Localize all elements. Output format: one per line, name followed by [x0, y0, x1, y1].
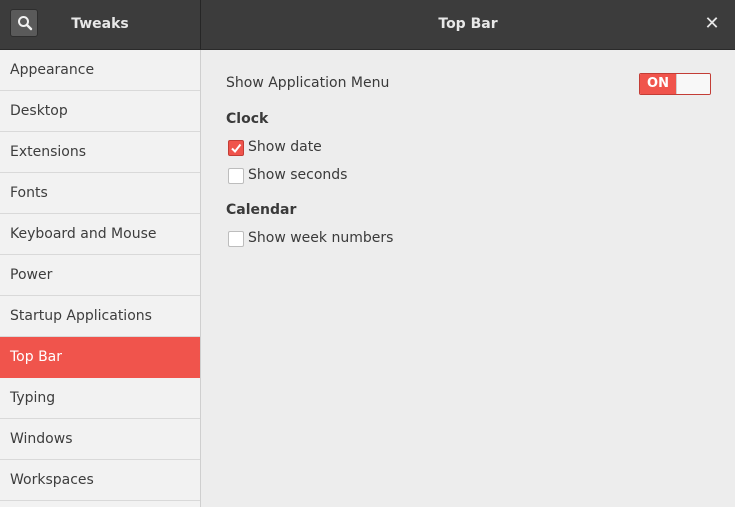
- app-title: Tweaks: [71, 16, 129, 32]
- show-date-checkbox[interactable]: [228, 140, 244, 156]
- show-week-numbers-label[interactable]: Show week numbers: [248, 230, 393, 246]
- show-app-menu-switch[interactable]: ON: [639, 73, 711, 95]
- switch-knob[interactable]: [676, 74, 710, 94]
- clock-heading: Clock: [226, 111, 269, 127]
- search-button[interactable]: [10, 9, 38, 37]
- sidebar-item-startup-applications[interactable]: Startup Applications: [0, 296, 200, 337]
- sidebar-item-top-bar[interactable]: Top Bar: [0, 337, 200, 378]
- close-icon: ✕: [704, 13, 720, 34]
- show-seconds-label[interactable]: Show seconds: [248, 167, 347, 183]
- switch-on-label: ON: [640, 74, 676, 94]
- sidebar-item-power[interactable]: Power: [0, 255, 200, 296]
- sidebar-item-appearance[interactable]: Appearance: [0, 50, 200, 91]
- header-left: Tweaks: [0, 0, 200, 49]
- show-date-label[interactable]: Show date: [248, 139, 322, 155]
- sidebar-item-keyboard-and-mouse[interactable]: Keyboard and Mouse: [0, 214, 200, 255]
- show-seconds-checkbox[interactable]: [228, 168, 244, 184]
- search-icon: [18, 16, 33, 31]
- sidebar-item-workspaces[interactable]: Workspaces: [0, 460, 200, 501]
- calendar-heading: Calendar: [226, 202, 297, 218]
- sidebar-item-windows[interactable]: Windows: [0, 419, 200, 460]
- show-week-numbers-checkbox[interactable]: [228, 231, 244, 247]
- show-app-menu-label: Show Application Menu: [226, 75, 390, 91]
- checkmark-icon: [231, 143, 242, 154]
- sidebar-item-desktop[interactable]: Desktop: [0, 91, 200, 132]
- sidebar-item-extensions[interactable]: Extensions: [0, 132, 200, 173]
- header-bar: Tweaks Top Bar ✕: [0, 0, 735, 50]
- sidebar-item-typing[interactable]: Typing: [0, 378, 200, 419]
- sidebar-item-fonts[interactable]: Fonts: [0, 173, 200, 214]
- page-title: Top Bar: [438, 16, 498, 32]
- sidebar: Appearance Desktop Extensions Fonts Keyb…: [0, 50, 201, 507]
- close-button[interactable]: ✕: [700, 12, 724, 36]
- settings-panel: Show Application Menu ON Clock Show date…: [201, 50, 735, 507]
